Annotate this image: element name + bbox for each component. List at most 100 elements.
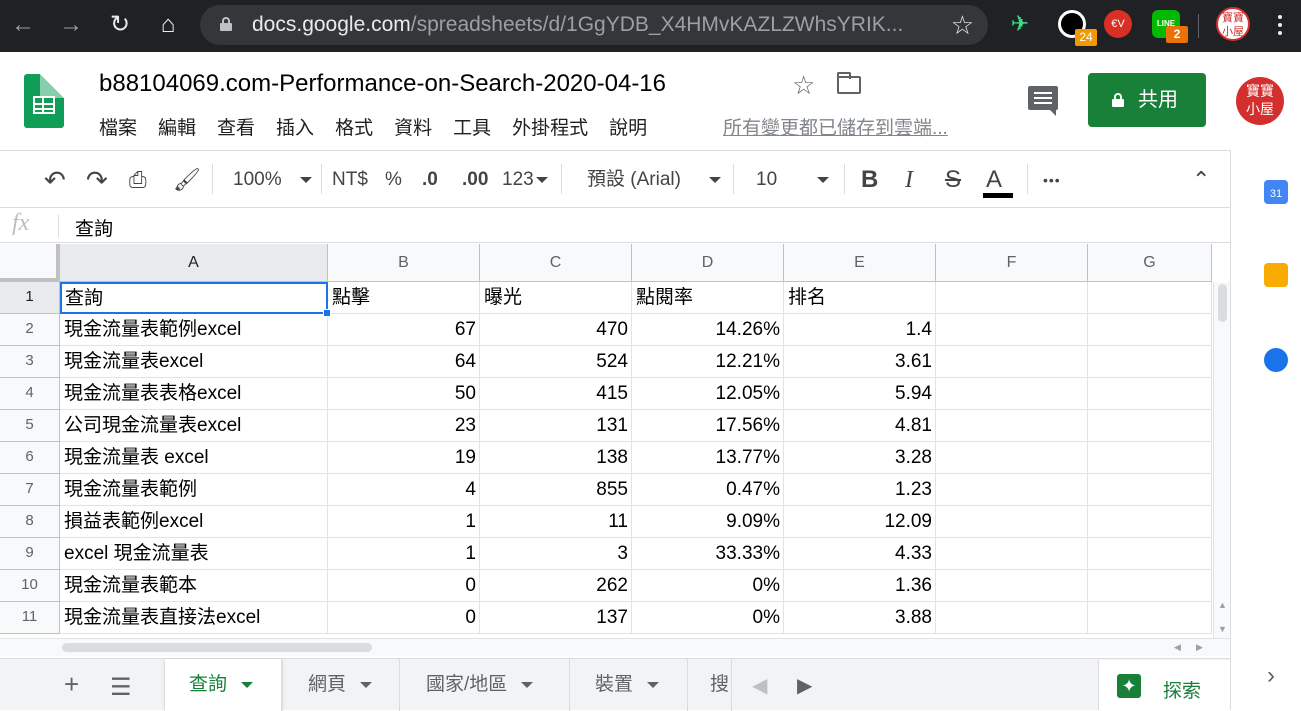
table-cell[interactable]: 12.05% [632, 378, 784, 410]
table-cell[interactable]: 損益表範例excel [60, 506, 328, 538]
table-cell[interactable]: 1.23 [784, 474, 936, 506]
table-cell[interactable]: 64 [328, 346, 480, 378]
scroll-left-icon[interactable]: ◀ [1174, 642, 1181, 653]
forward-icon[interactable]: → [54, 8, 88, 42]
italic-button[interactable]: I [905, 166, 913, 194]
horizontal-scroll-thumb[interactable] [62, 643, 372, 652]
table-cell[interactable] [936, 474, 1088, 506]
menu-tools[interactable]: 工具 [453, 113, 491, 139]
vertical-scrollbar[interactable]: ▲ ▼ [1213, 282, 1230, 656]
table-cell[interactable]: 23 [328, 410, 480, 442]
table-cell[interactable]: 4 [328, 474, 480, 506]
table-cell[interactable]: 11 [480, 506, 632, 538]
all-sheets-icon[interactable]: ☰ [110, 673, 132, 702]
table-cell[interactable]: 14.26% [632, 314, 784, 346]
table-cell[interactable]: 1 [328, 538, 480, 570]
table-cell[interactable]: 3.28 [784, 442, 936, 474]
table-cell[interactable]: 點閱率 [632, 282, 784, 314]
table-cell[interactable]: 現金流量表範例excel [60, 314, 328, 346]
print-icon[interactable]: ⎙ [129, 166, 147, 194]
table-cell[interactable]: 50 [328, 378, 480, 410]
table-cell[interactable]: excel 現金流量表 [60, 538, 328, 570]
extension-line-icon[interactable]: LINE 2 [1152, 10, 1188, 43]
more-formats-select[interactable]: 123 [502, 166, 548, 194]
table-cell[interactable] [1088, 602, 1212, 634]
reload-icon[interactable]: ↻ [103, 8, 137, 42]
star-icon[interactable]: ☆ [792, 70, 815, 101]
table-cell[interactable]: 現金流量表 excel [60, 442, 328, 474]
table-cell[interactable]: 9.09% [632, 506, 784, 538]
table-cell[interactable]: 524 [480, 346, 632, 378]
menu-file[interactable]: 檔案 [99, 113, 137, 139]
table-cell[interactable]: 現金流量表excel [60, 346, 328, 378]
undo-icon[interactable]: ↶ [44, 166, 66, 194]
sheets-logo-icon[interactable] [24, 74, 64, 128]
table-cell[interactable]: 3 [480, 538, 632, 570]
paint-format-icon[interactable]: 🖌 [173, 166, 201, 194]
table-cell[interactable] [1088, 442, 1212, 474]
table-cell[interactable]: 現金流量表表格excel [60, 378, 328, 410]
table-cell[interactable]: 0 [328, 570, 480, 602]
explore-button[interactable]: ✦ 探索 [1098, 660, 1230, 710]
decrease-decimal-button[interactable]: .0 [422, 166, 438, 194]
increase-decimal-button[interactable]: .00 [462, 166, 488, 194]
table-cell[interactable]: 現金流量表範例 [60, 474, 328, 506]
table-cell[interactable]: 1 [328, 506, 480, 538]
more-icon[interactable]: ••• [1043, 166, 1061, 194]
sheet-tab-countries[interactable]: 國家/地區 [400, 659, 570, 711]
table-cell[interactable] [936, 506, 1088, 538]
selected-cell[interactable]: 查詢 [60, 282, 328, 314]
column-header-a[interactable]: A [60, 244, 328, 282]
table-cell[interactable]: 262 [480, 570, 632, 602]
table-cell[interactable] [936, 538, 1088, 570]
document-title[interactable]: b88104069.com-Performance-on-Search-2020… [99, 70, 666, 98]
table-cell[interactable]: 3.88 [784, 602, 936, 634]
table-cell[interactable] [936, 602, 1088, 634]
table-cell[interactable] [936, 282, 1088, 314]
save-status-link[interactable]: 所有變更都已儲存到雲端... [723, 113, 948, 140]
extension-circle-icon[interactable]: 24 [1058, 10, 1097, 46]
font-family-select[interactable]: 預設 (Arial) [587, 166, 721, 194]
table-cell[interactable]: 0% [632, 570, 784, 602]
menu-help[interactable]: 說明 [609, 113, 647, 139]
table-cell[interactable] [936, 346, 1088, 378]
fill-handle[interactable] [323, 309, 331, 317]
row-header[interactable]: 4 [0, 378, 60, 410]
table-cell[interactable] [1088, 282, 1212, 314]
table-cell[interactable]: 138 [480, 442, 632, 474]
menu-edit[interactable]: 編輯 [158, 113, 196, 139]
table-cell[interactable]: 點擊 [328, 282, 480, 314]
table-cell[interactable]: 0 [328, 602, 480, 634]
table-cell[interactable]: 12.21% [632, 346, 784, 378]
comment-history-icon[interactable] [1028, 86, 1058, 116]
row-header[interactable]: 8 [0, 506, 60, 538]
menu-data[interactable]: 資料 [394, 113, 432, 139]
horizontal-scrollbar[interactable]: ◀ ▶ [0, 638, 1230, 656]
share-button[interactable]: 共用 [1088, 73, 1206, 127]
url-text[interactable]: docs.google.com/spreadsheets/d/1GgYDB_X4… [252, 13, 903, 37]
table-cell[interactable]: 現金流量表直接法excel [60, 602, 328, 634]
redo-icon[interactable]: ↷ [86, 166, 108, 194]
column-header-b[interactable]: B [328, 244, 480, 282]
row-header[interactable]: 5 [0, 410, 60, 442]
table-cell[interactable] [1088, 346, 1212, 378]
user-avatar[interactable]: 寶寶 小屋 [1236, 77, 1284, 125]
column-header-f[interactable]: F [936, 244, 1088, 282]
table-cell[interactable] [1088, 474, 1212, 506]
menu-insert[interactable]: 插入 [276, 113, 314, 139]
table-cell[interactable]: 33.33% [632, 538, 784, 570]
collapse-toolbar-icon[interactable]: ⌃ [1192, 166, 1210, 194]
table-cell[interactable]: 13.77% [632, 442, 784, 474]
row-header[interactable]: 10 [0, 570, 60, 602]
expand-panel-icon[interactable]: › [1267, 662, 1275, 690]
row-header[interactable]: 2 [0, 314, 60, 346]
extension-ev-icon[interactable]: €V [1104, 10, 1132, 38]
vertical-scroll-thumb[interactable] [1218, 284, 1227, 322]
address-bar[interactable]: docs.google.com/spreadsheets/d/1GgYDB_X4… [200, 5, 988, 45]
menu-addons[interactable]: 外掛程式 [512, 113, 588, 139]
bookmark-star-icon[interactable]: ☆ [951, 10, 974, 41]
select-all-corner[interactable] [0, 244, 60, 282]
font-size-select[interactable]: 10 [756, 166, 830, 194]
table-cell[interactable] [1088, 538, 1212, 570]
home-icon[interactable]: ⌂ [151, 8, 185, 42]
